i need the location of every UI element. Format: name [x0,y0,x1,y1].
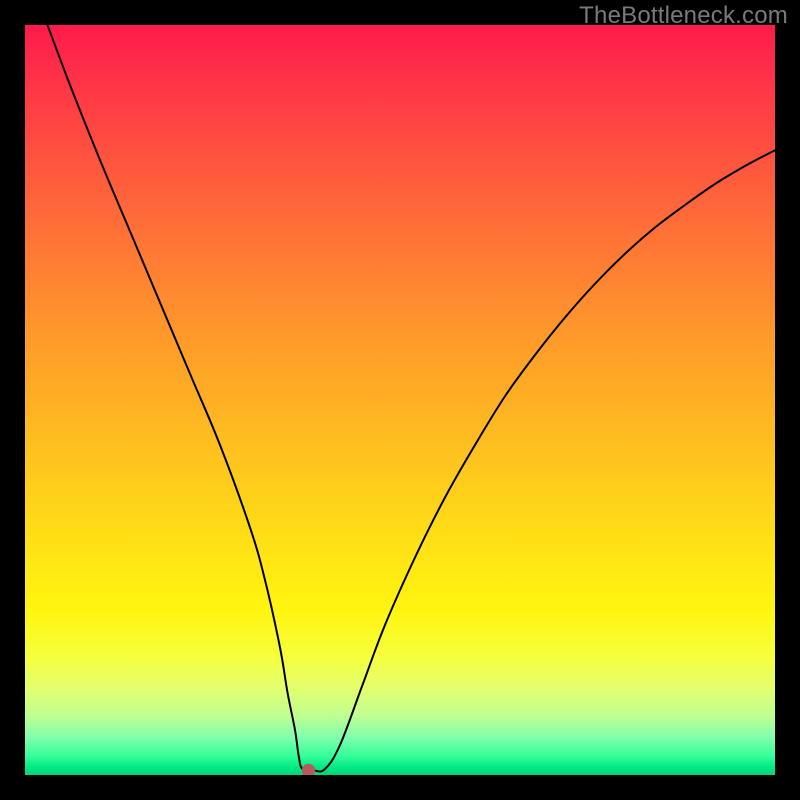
curve-layer [25,25,775,775]
watermark-label: TheBottleneck.com [579,2,788,30]
bottleneck-curve [48,25,776,772]
minimum-marker [302,764,316,775]
plot-area [25,25,775,775]
chart-frame: TheBottleneck.com [0,0,800,800]
